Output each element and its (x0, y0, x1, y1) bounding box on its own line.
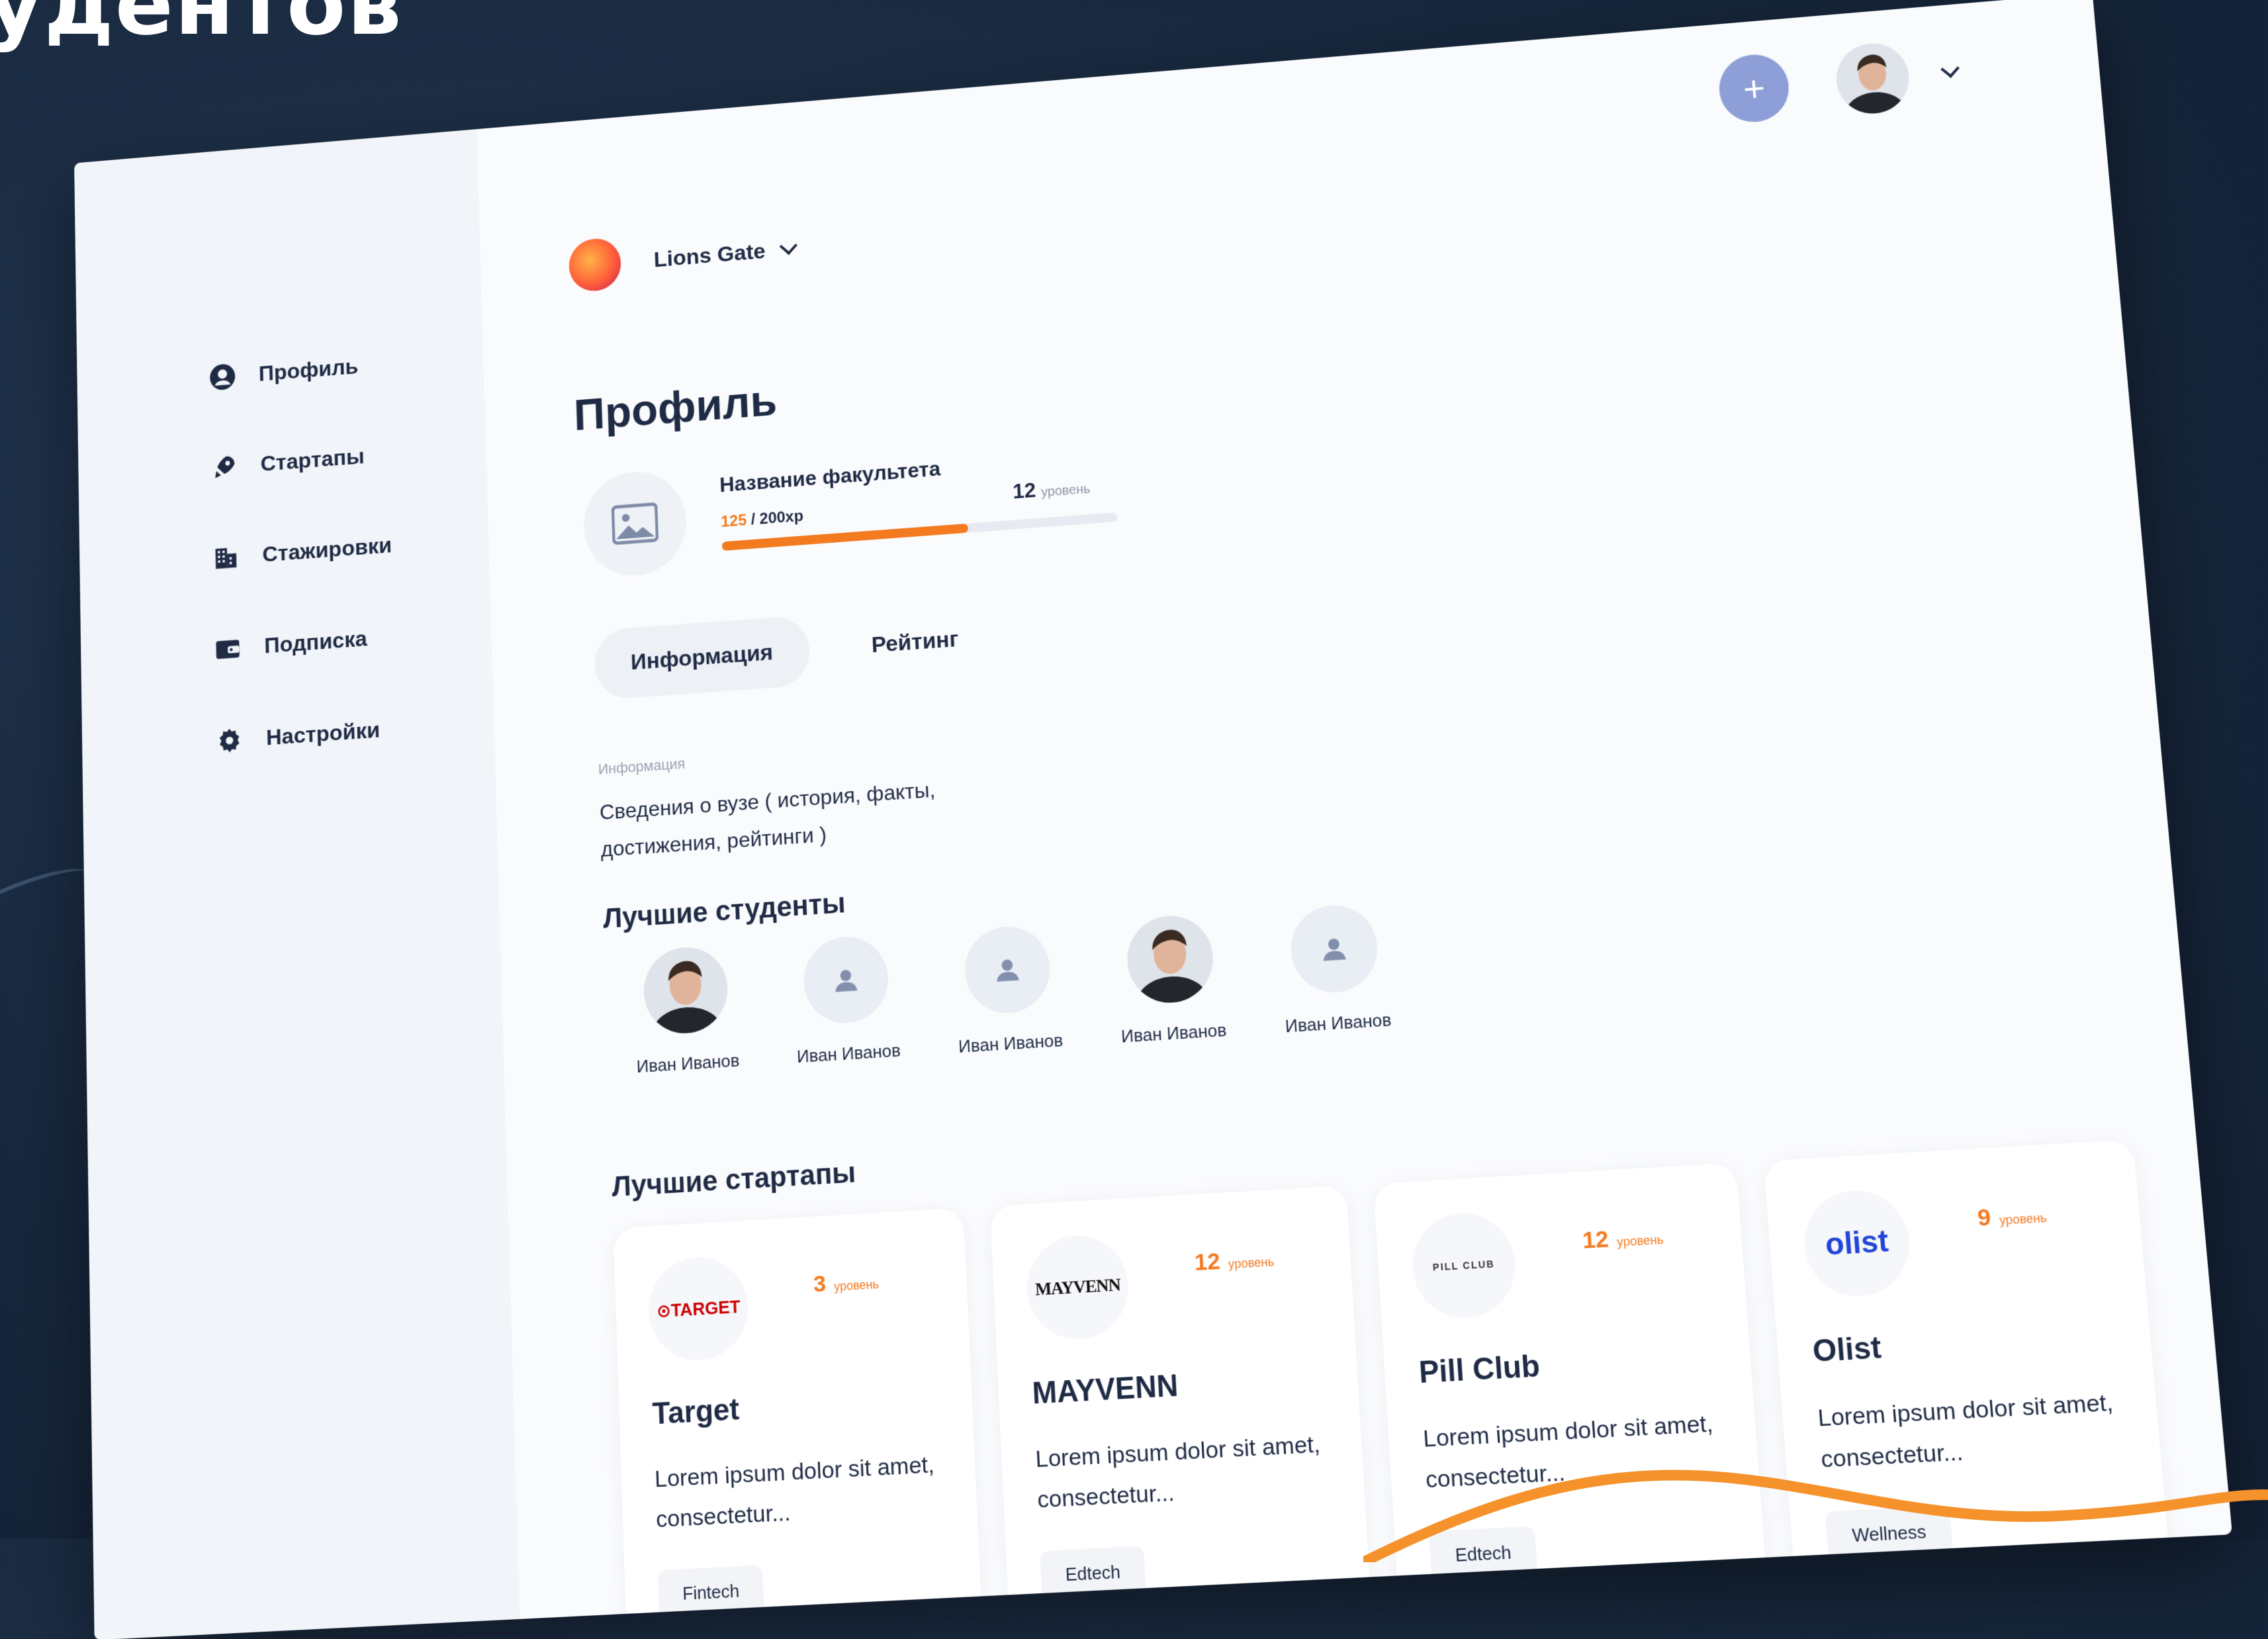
org-logo (568, 236, 622, 293)
buildings-icon (210, 541, 241, 574)
faculty-card: Название факультета 125 / 200xp 12 уровен… (582, 434, 1143, 585)
chevron-down-icon[interactable] (1940, 60, 1960, 78)
info-label: Информация (598, 755, 686, 778)
student-name: Иван Иванов (1284, 1009, 1392, 1037)
tab-bar: Информация Рейтинг (593, 602, 997, 700)
sidebar-item-label: Стажировки (262, 532, 392, 567)
sidebar: Профиль Стартапы Стажировки Подписка Нас… (74, 129, 520, 1639)
startup-description: Lorem ipsum dolor sit amet, consectetur.… (1034, 1430, 1321, 1513)
gear-icon (214, 724, 245, 757)
startup-name: Olist (1811, 1330, 1883, 1369)
student-name: Иван Иванов (1120, 1019, 1228, 1047)
page-title: Профиль (572, 375, 778, 440)
startup-level: 12 уровень (1582, 1223, 1664, 1254)
sidebar-item-internships[interactable]: Стажировки (210, 500, 392, 604)
level-label: уровень (1228, 1254, 1275, 1272)
student-item[interactable]: Иван Иванов (604, 943, 768, 1080)
students-heading: Лучшие студенты (602, 886, 846, 934)
startup-logo: MAYVENN (1024, 1233, 1131, 1342)
sidebar-item-startups[interactable]: Стартапы (208, 409, 390, 514)
startup-card-mayvenn[interactable]: MAYVENN 12 уровень MAYVENN Lorem ipsum do… (989, 1185, 1373, 1638)
org-name: Lions Gate (653, 238, 766, 272)
app-window: Профиль Стартапы Стажировки Подписка Нас… (74, 0, 2233, 1639)
startup-name: MAYVENN (1031, 1368, 1179, 1411)
student-item[interactable]: Иван Иванов (1249, 900, 1421, 1039)
students-list: Иван Иванов Иван Иванов Иван Иванов Иван… (604, 900, 1422, 1079)
startup-name: Target (651, 1392, 741, 1431)
top-actions: + (1717, 36, 1960, 126)
startup-name: Pill Club (1418, 1348, 1541, 1390)
user-placeholder-icon (1288, 902, 1380, 996)
info-text: Сведения о вузе ( история, факты, достиж… (599, 777, 936, 862)
startup-level: 3 уровень (813, 1268, 879, 1298)
startup-tag[interactable]: Edtech (1040, 1546, 1146, 1601)
startup-logo-text: PILL CLUB (1432, 1258, 1496, 1273)
main-content: Lions Gate + Профиль Название факультета… (476, 0, 2232, 1639)
sidebar-item-profile[interactable]: Профиль (206, 319, 388, 423)
decorative-wave (1363, 1470, 2268, 1562)
faculty-name: Название факультета (719, 456, 941, 497)
student-name: Иван Иванов (958, 1029, 1064, 1057)
startups-list: ⊙TARGET 3 уровень Target Lorem ipsum dolo… (613, 1138, 2200, 1639)
startup-logo-text: MAYVENN (1034, 1274, 1121, 1299)
startups-heading: Лучшие стартапы (611, 1156, 856, 1203)
tab-rating[interactable]: Рейтинг (834, 602, 997, 683)
org-switcher[interactable]: Lions Gate (568, 222, 797, 293)
add-button[interactable]: + (1717, 52, 1792, 125)
student-item[interactable]: Иван Иванов (925, 921, 1093, 1059)
image-placeholder-icon (582, 468, 688, 579)
level-number: 3 (813, 1270, 827, 1298)
level-label: уровень (833, 1277, 880, 1294)
xp-total: / 200xp (746, 507, 804, 529)
wallet-icon (212, 632, 244, 665)
level-label: уровень (1040, 481, 1091, 500)
rocket-icon (209, 451, 240, 484)
xp-counter: 125 / 200xp (721, 507, 804, 532)
startup-level: 12 уровень (1194, 1245, 1275, 1277)
xp-current: 125 (720, 511, 747, 531)
level-number: 12 (1012, 478, 1037, 504)
sidebar-item-settings[interactable]: Настройки (214, 682, 398, 788)
student-item[interactable]: Иван Иванов (1086, 911, 1256, 1049)
level-label: уровень (1616, 1232, 1664, 1250)
user-placeholder-icon (801, 934, 890, 1026)
sidebar-item-label: Профиль (258, 353, 359, 386)
student-name: Иван Иванов (796, 1040, 901, 1067)
startup-logo: olist (1800, 1188, 1914, 1299)
user-avatar[interactable] (1833, 40, 1912, 116)
sidebar-item-label: Настройки (265, 717, 381, 750)
startup-logo-text: ⊙TARGET (656, 1295, 741, 1321)
startup-description: Lorem ipsum dolor sit amet, consectetur.… (654, 1451, 935, 1533)
tab-information[interactable]: Информация (593, 615, 811, 700)
startup-level: 9 уровень (1976, 1201, 2048, 1232)
startup-tag[interactable]: Fintech (657, 1565, 764, 1620)
student-avatar-photo (642, 945, 729, 1036)
student-avatar-photo (1124, 913, 1215, 1006)
sidebar-item-label: Стартапы (260, 444, 365, 476)
chevron-down-icon (779, 237, 797, 256)
sidebar-item-subscription[interactable]: Подписка (212, 590, 395, 695)
level-number: 12 (1193, 1248, 1221, 1276)
level-label: уровень (1999, 1211, 2048, 1228)
sidebar-nav: Профиль Стартапы Стажировки Подписка Нас… (206, 319, 398, 788)
student-name: Иван Иванов (636, 1050, 740, 1077)
startup-logo-text: olist (1824, 1224, 1890, 1262)
startup-logo: PILL CLUB (1409, 1210, 1519, 1321)
user-placeholder-icon (962, 923, 1052, 1016)
startup-card-target[interactable]: ⊙TARGET 3 уровень Target Lorem ipsum dolo… (613, 1207, 983, 1639)
level-number: 12 (1581, 1225, 1610, 1254)
student-item[interactable]: Иван Иванов (764, 932, 930, 1069)
user-circle-icon (207, 361, 238, 393)
level-number: 9 (1976, 1203, 1992, 1232)
faculty-level: 12 уровень (1012, 474, 1091, 504)
startup-logo: ⊙TARGET (647, 1254, 750, 1363)
sidebar-item-label: Подписка (263, 626, 368, 659)
